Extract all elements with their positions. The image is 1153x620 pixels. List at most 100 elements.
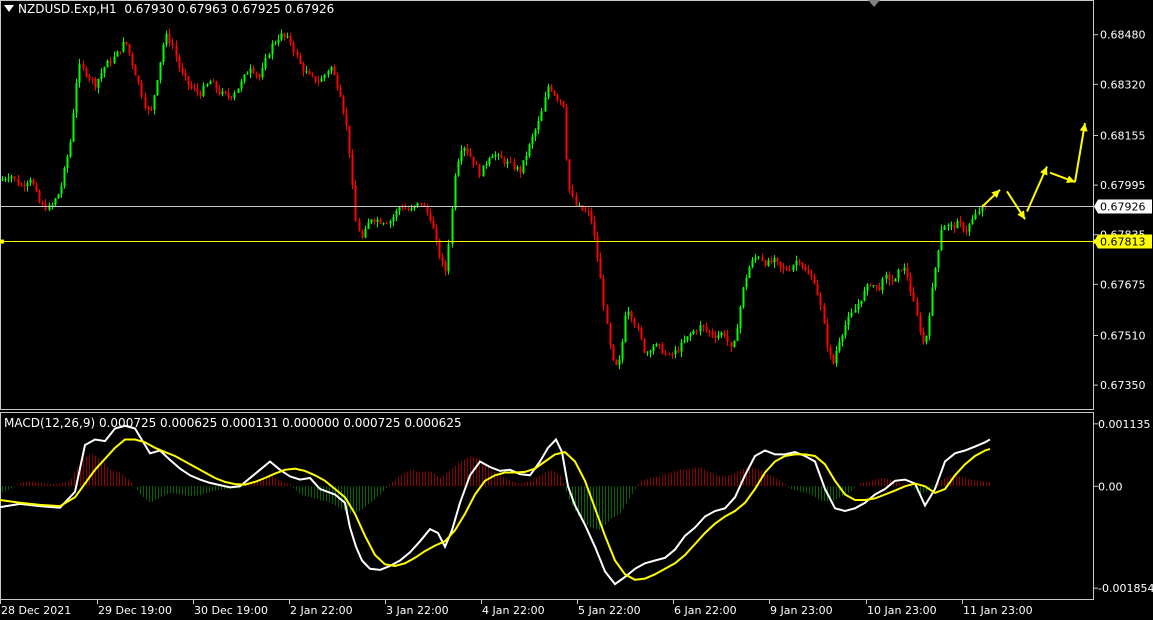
candle-body <box>618 359 621 365</box>
candle-body <box>488 157 491 164</box>
candle-body <box>63 168 66 187</box>
candle-body <box>407 208 410 211</box>
candle-body <box>655 343 658 347</box>
candle-body <box>575 196 578 206</box>
candle-body <box>795 260 798 266</box>
candle-body <box>844 325 847 336</box>
candle-body <box>850 312 853 317</box>
candle-body <box>354 185 357 222</box>
candle-body <box>646 352 649 354</box>
candle-body <box>658 343 661 345</box>
candle-body <box>615 360 618 365</box>
candle-body <box>736 328 739 341</box>
candle-body <box>460 150 463 162</box>
candle-body <box>472 156 475 165</box>
symbol-label: NZDUSD.Exp,H1 <box>18 2 117 16</box>
candle-body <box>311 74 314 77</box>
candle-body <box>41 202 44 205</box>
time-tick-label: 10 Jan 23:00 <box>867 604 937 617</box>
candle-body <box>249 68 252 74</box>
candle-body <box>317 81 320 83</box>
candle-body <box>206 84 209 86</box>
candle-body <box>491 156 494 158</box>
candle-body <box>742 287 745 307</box>
candle-body <box>246 73 249 75</box>
candle-body <box>689 333 692 337</box>
candle-body <box>469 152 472 157</box>
macd-label: MACD(12,26,9) <box>4 416 96 430</box>
candle-body <box>513 162 516 170</box>
candle-body <box>202 85 205 97</box>
candle-body <box>974 213 977 220</box>
candle-body <box>965 230 968 232</box>
candle-body <box>584 210 587 212</box>
chart-header: NZDUSD.Exp,H1 0.67930 0.67963 0.67925 0.… <box>4 2 334 16</box>
candle-body <box>35 184 38 192</box>
candle-body <box>196 88 199 93</box>
candle-body <box>881 278 884 291</box>
candle-body <box>48 205 51 210</box>
candle-body <box>351 153 354 186</box>
candle-body <box>175 45 178 57</box>
candle-body <box>674 350 677 355</box>
candle-body <box>516 167 519 170</box>
price-tick-label: 0.68155 <box>1100 130 1146 143</box>
candle-body <box>10 176 13 179</box>
time-tick-label: 6 Jan 22:00 <box>674 604 737 617</box>
candle-body <box>51 204 54 206</box>
candle-body <box>57 194 60 199</box>
candle-body <box>550 86 553 91</box>
candle-body <box>571 190 574 197</box>
candle-body <box>937 250 940 268</box>
candle-body <box>255 72 258 75</box>
candle-body <box>540 111 543 121</box>
candle-body <box>702 325 705 327</box>
candle-body <box>668 353 671 355</box>
candle-body <box>748 267 751 279</box>
candle-body <box>801 262 804 268</box>
price-axis: 0.684800.683200.681550.679950.678350.676… <box>1094 29 1152 392</box>
trading-chart[interactable]: 0.684800.683200.681550.679950.678350.676… <box>0 0 1153 620</box>
candle-body <box>240 81 243 89</box>
candle-body <box>767 260 770 266</box>
candle-body <box>116 51 119 57</box>
candle-body <box>447 244 450 272</box>
ohlc-values: 0.67930 0.67963 0.67925 0.67926 <box>124 2 335 16</box>
candle-body <box>596 236 599 259</box>
candle-body <box>1 179 4 181</box>
candle-body <box>869 284 872 286</box>
candle-body <box>69 141 72 157</box>
candle-body <box>627 311 630 316</box>
candle-body <box>466 147 469 153</box>
macd-tick-label: 0.001135 <box>1098 418 1151 431</box>
candle-body <box>193 87 196 89</box>
candle-body <box>60 186 63 195</box>
candle-body <box>230 96 233 98</box>
chart-background <box>0 0 1153 620</box>
candle-body <box>333 66 336 75</box>
candle-body <box>537 120 540 130</box>
candle-body <box>330 66 333 71</box>
candle-body <box>215 81 218 90</box>
candle-body <box>962 222 965 231</box>
candle-body <box>503 158 506 164</box>
candle-body <box>97 78 100 88</box>
candle-body <box>714 335 717 338</box>
candle-body <box>345 112 348 126</box>
candle-body <box>711 332 714 336</box>
candle-body <box>854 309 857 313</box>
candle-body <box>925 335 928 343</box>
chart-menu-triangle-icon[interactable] <box>4 5 14 12</box>
candle-body <box>832 354 835 364</box>
candle-body <box>32 179 35 185</box>
candle-body <box>860 300 863 305</box>
candle-body <box>959 221 962 223</box>
candle-body <box>934 267 937 288</box>
time-tick-label: 11 Jan 23:00 <box>963 604 1033 617</box>
candle-body <box>109 60 112 63</box>
candle-body <box>847 316 850 326</box>
candle-body <box>788 269 791 271</box>
candle-body <box>609 323 612 345</box>
candle-body <box>506 161 509 164</box>
candle-body <box>835 350 838 364</box>
